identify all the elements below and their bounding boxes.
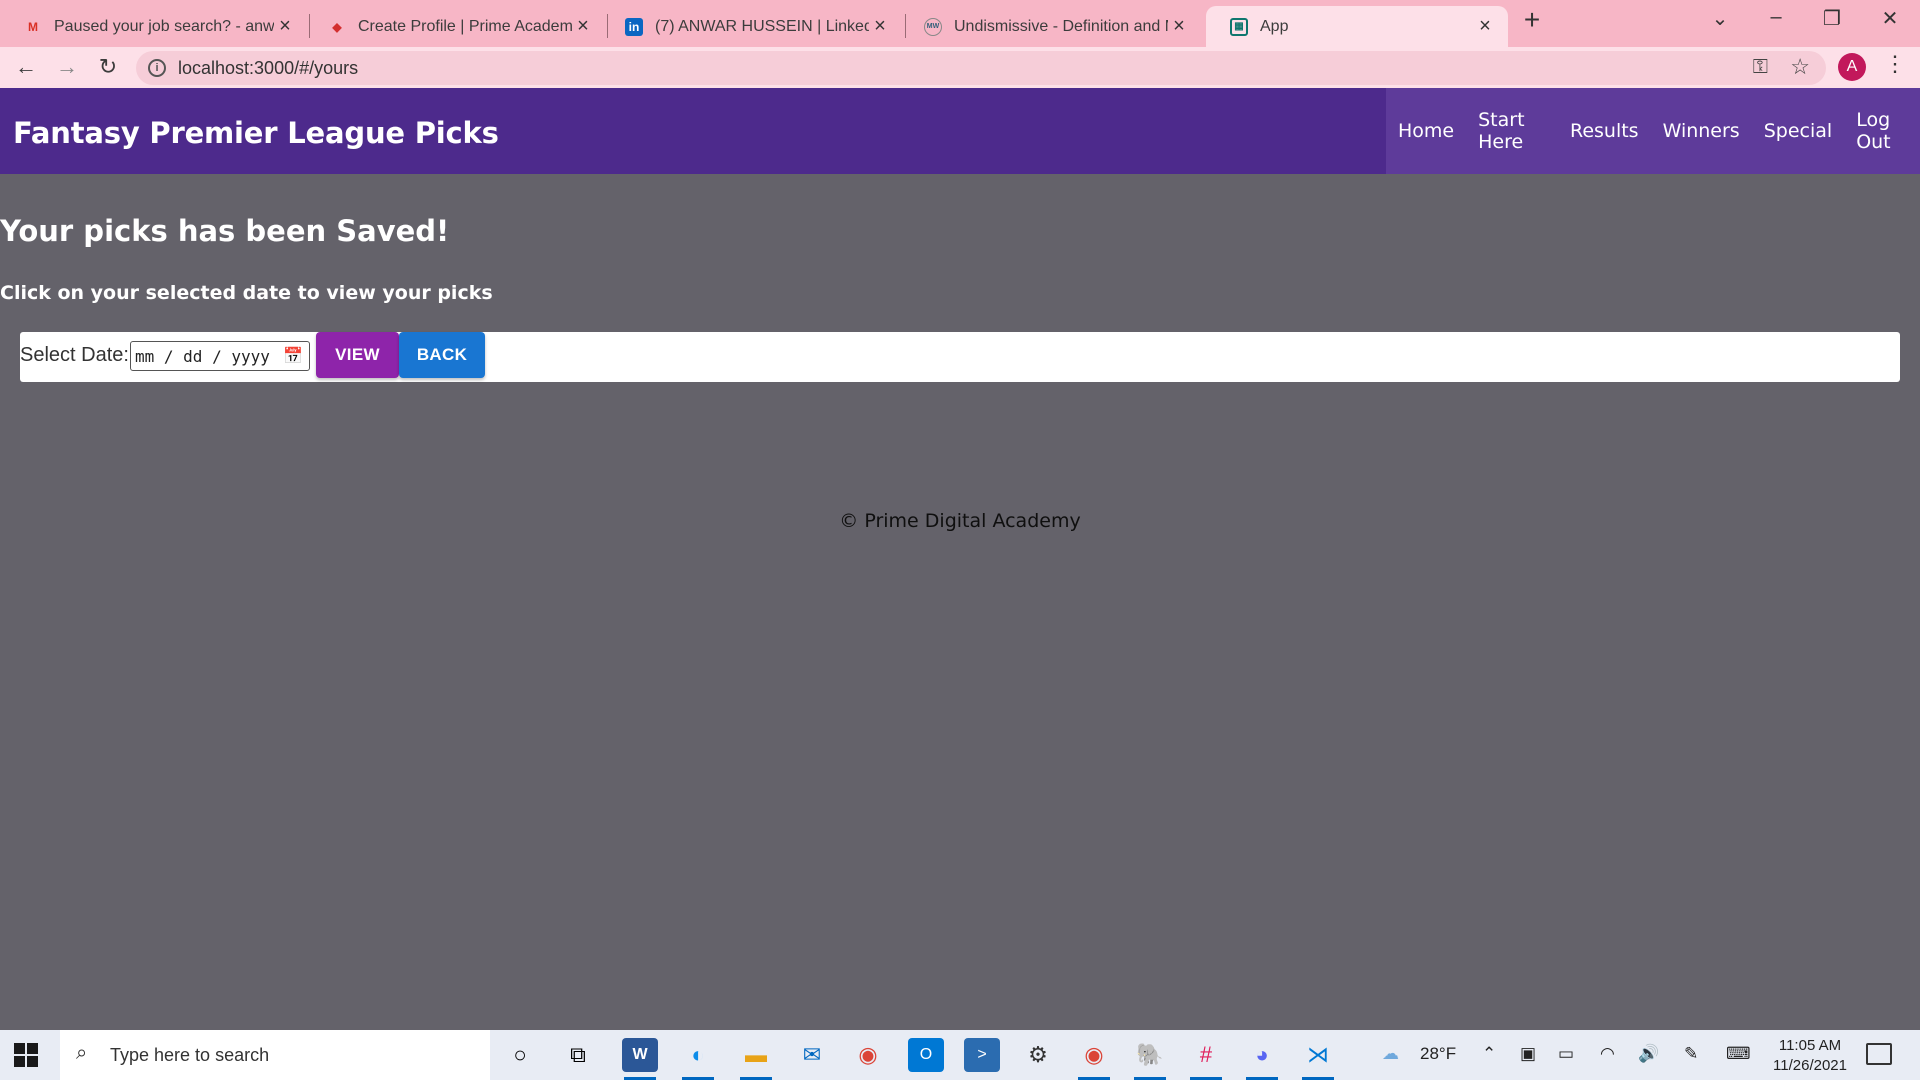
file-explorer-icon[interactable]: ▬ [738, 1038, 774, 1080]
search-placeholder: Type here to search [110, 1045, 270, 1065]
close-window-button[interactable]: ✕ [1870, 6, 1910, 31]
instruction-text: Click on your selected date to view your… [0, 282, 493, 304]
clock-time: 11:05 AM [1778, 1037, 1842, 1054]
chrome-icon[interactable]: ◉ [850, 1038, 886, 1072]
reload-icon[interactable]: ↻ [94, 53, 122, 81]
view-button[interactable]: VIEW [316, 332, 399, 378]
app-title[interactable]: Fantasy Premier League Picks [13, 116, 499, 150]
select-date-label: Select Date: [20, 344, 129, 366]
page-title: Your picks has been Saved! [0, 214, 450, 248]
weather-temp[interactable]: 28°F [1420, 1044, 1456, 1064]
tab-linkedin[interactable]: in (7) ANWAR HUSSEIN | LinkedIn × [601, 6, 903, 47]
restore-button[interactable]: ❐ [1812, 6, 1852, 31]
keyboard-icon[interactable]: ⌨ [1726, 1044, 1751, 1064]
slack-icon[interactable]: # [1188, 1038, 1224, 1080]
nav-home[interactable]: Home [1398, 120, 1454, 142]
pen-icon[interactable]: ✎ [1684, 1044, 1698, 1064]
key-icon[interactable]: ⚿ [1753, 56, 1768, 79]
close-icon[interactable]: × [869, 15, 891, 38]
date-picker-card: Select Date: mm / dd / yyyy 📅 VIEW BACK [20, 332, 1900, 382]
nav-special[interactable]: Special [1764, 120, 1832, 142]
edge-icon[interactable]: ◐ [680, 1038, 716, 1080]
nav-winners[interactable]: Winners [1663, 120, 1740, 142]
windows-start-icon[interactable] [14, 1043, 38, 1067]
gmail-icon: M [28, 19, 38, 34]
tab-search-icon[interactable]: ⌄ [1700, 6, 1740, 31]
back-button[interactable]: BACK [399, 332, 485, 378]
close-icon[interactable]: × [1168, 15, 1190, 38]
chevron-up-icon[interactable]: ⌃ [1482, 1044, 1496, 1064]
forward-arrow-icon[interactable]: → [53, 53, 81, 81]
search-icon: ⌕ [76, 1042, 88, 1064]
windows-taskbar: ⌕ Type here to search ○ ⧉ W ◐ ▬ ✉ ◉ O > … [0, 1030, 1920, 1080]
linkedin-icon: in [625, 17, 643, 36]
profile-avatar[interactable]: A [1838, 53, 1866, 81]
app-header: Fantasy Premier League Picks Home Start … [0, 88, 1920, 174]
close-icon[interactable]: × [572, 15, 594, 38]
powershell-icon[interactable]: > [964, 1038, 1000, 1072]
close-icon[interactable]: × [1474, 15, 1496, 38]
nav-results[interactable]: Results [1570, 120, 1639, 142]
word-icon[interactable]: W [622, 1038, 658, 1080]
outlook-icon[interactable]: O [908, 1038, 944, 1072]
taskbar-search[interactable]: ⌕ Type here to search [60, 1030, 490, 1080]
bookmark-star-icon[interactable]: ☆ [1790, 54, 1810, 80]
nav-log-out[interactable]: Log Out [1856, 109, 1908, 153]
merriam-webster-icon: MW [924, 17, 942, 36]
mail-icon[interactable]: ✉ [794, 1038, 830, 1072]
tab-title: Undismissive - Definition and Mc [954, 17, 1168, 35]
meet-now-icon[interactable]: ▣ [1520, 1044, 1536, 1064]
nav-start-here[interactable]: Start Here [1478, 109, 1546, 153]
cortana-icon[interactable]: ○ [502, 1038, 538, 1072]
app-icon: ▦ [1230, 17, 1248, 36]
chrome-profile-icon[interactable]: ◉ [1076, 1038, 1112, 1080]
calendar-icon[interactable]: 📅 [283, 346, 303, 365]
task-view-icon[interactable]: ⧉ [560, 1038, 596, 1072]
tab-app[interactable]: ▦ App × [1206, 6, 1508, 47]
tab-title: Create Profile | Prime Academy [358, 17, 572, 35]
minimize-button[interactable]: – [1756, 6, 1796, 29]
postgres-icon[interactable]: 🐘 [1132, 1038, 1168, 1080]
footer-copyright: © Prime Digital Academy [839, 510, 1081, 532]
browser-menu-icon[interactable]: ⋮ [1884, 51, 1906, 77]
discord-icon[interactable]: ◕ [1244, 1038, 1280, 1080]
url-text[interactable]: localhost:3000/#/yours [178, 58, 358, 79]
vscode-icon[interactable]: ⋊ [1300, 1038, 1336, 1080]
main-nav: Home Start Here Results Winners Special … [1386, 88, 1920, 174]
clock-date: 11/26/2021 [1773, 1057, 1847, 1074]
browser-toolbar: ← → ↻ i localhost:3000/#/yours ⚿ ☆ A ⋮ [0, 47, 1920, 88]
tab-title: Paused your job search? - anwar [54, 17, 274, 35]
new-tab-button[interactable]: + [1518, 6, 1546, 34]
battery-icon[interactable]: ▭ [1558, 1044, 1574, 1064]
address-bar[interactable]: i localhost:3000/#/yours ⚿ ☆ [136, 51, 1826, 85]
site-info-icon[interactable]: i [148, 59, 166, 77]
weather-icon[interactable]: ☁ [1382, 1044, 1399, 1064]
tab-undismissive[interactable]: MW Undismissive - Definition and Mc × [900, 6, 1202, 47]
settings-gear-icon[interactable]: ⚙ [1020, 1038, 1056, 1072]
browser-tab-bar: M Paused your job search? - anwar × ◆ Cr… [0, 0, 1920, 47]
date-input-value: mm / dd / yyyy [135, 346, 270, 366]
wifi-icon[interactable]: ◠ [1600, 1044, 1615, 1064]
tab-gmail[interactable]: M Paused your job search? - anwar × [0, 6, 308, 47]
tab-title: (7) ANWAR HUSSEIN | LinkedIn [655, 17, 869, 35]
prime-academy-icon: ◆ [332, 19, 342, 34]
notification-icon[interactable] [1866, 1043, 1892, 1065]
date-input[interactable]: mm / dd / yyyy 📅 [130, 341, 310, 371]
tab-title: App [1260, 17, 1289, 35]
close-icon[interactable]: × [274, 15, 296, 38]
volume-icon[interactable]: 🔊 [1638, 1044, 1659, 1064]
tab-create-profile[interactable]: ◆ Create Profile | Prime Academy × [304, 6, 606, 47]
taskbar-clock[interactable]: 11:05 AM 11/26/2021 [1760, 1036, 1860, 1076]
back-arrow-icon[interactable]: ← [12, 53, 40, 81]
